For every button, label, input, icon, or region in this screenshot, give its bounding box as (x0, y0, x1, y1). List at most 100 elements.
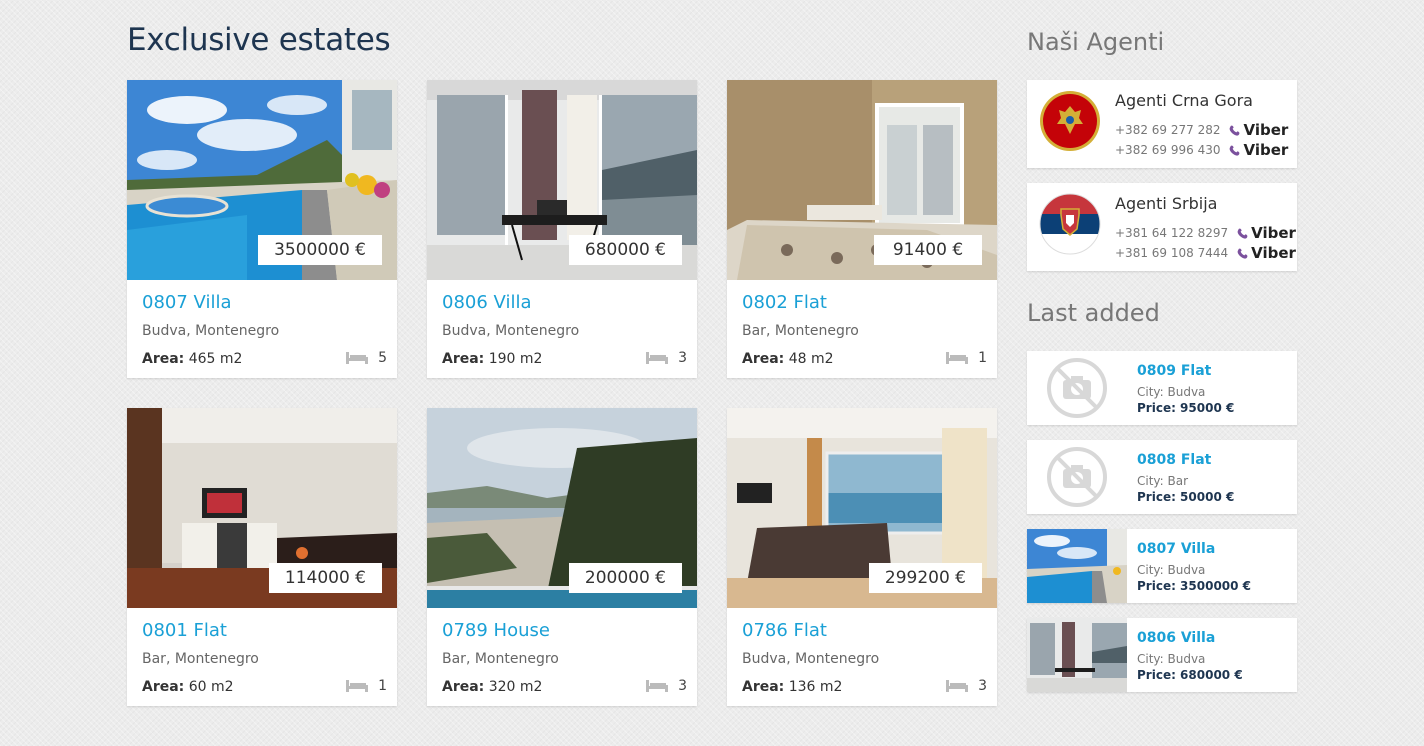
last-added-item[interactable]: 0808 Flat City: Bar Price: 50000 € (1027, 440, 1297, 514)
last-item-title[interactable]: 0809 Flat (1137, 363, 1211, 379)
agent-name: Agenti Srbija (1115, 194, 1218, 213)
viber-icon (1230, 145, 1240, 156)
last-added-item[interactable]: 0806 Villa City: Budva Price: 680000 € (1027, 618, 1297, 692)
agent-name: Agenti Crna Gora (1115, 91, 1253, 110)
last-item-title[interactable]: 0807 Villa (1137, 541, 1215, 557)
area-value: 60 m2 (188, 679, 234, 695)
listing-card[interactable]: 680000 € 0806 Villa Budva, Montenegro Ar… (427, 80, 697, 378)
listing-title[interactable]: 0807 Villa (142, 292, 231, 313)
agent-card-montenegro[interactable]: Agenti Crna Gora +382 69 277 282 Viber +… (1027, 80, 1297, 168)
phone-number[interactable]: +381 69 108 7444 (1115, 246, 1228, 260)
bedrooms: 1 (946, 350, 987, 366)
listing-area: Area: 465 m2 (142, 351, 242, 367)
price-tag: 3500000 € (258, 235, 382, 265)
last-item-city: City: Budva (1137, 563, 1206, 577)
thumbnail[interactable] (1027, 440, 1127, 514)
bedrooms: 3 (646, 678, 687, 694)
bed-icon (346, 680, 369, 692)
bed-icon (946, 680, 969, 692)
last-item-price: Price: 50000 € (1137, 490, 1235, 504)
last-item-price: Price: 680000 € (1137, 668, 1243, 682)
last-added-item[interactable]: 0809 Flat City: Budva Price: 95000 € (1027, 351, 1297, 425)
viber-badge[interactable]: Viber (1228, 141, 1288, 159)
price-tag: 91400 € (874, 235, 982, 265)
bedrooms-count: 5 (378, 350, 387, 366)
price-tag: 680000 € (568, 235, 682, 265)
thumbnail[interactable] (1027, 529, 1127, 603)
viber-badge[interactable]: Viber (1236, 224, 1296, 242)
bedrooms-count: 3 (678, 678, 687, 694)
listing-area: Area: 320 m2 (442, 679, 542, 695)
serbia-flag-icon (1039, 193, 1101, 255)
agents-title: Naši Agenti (1027, 28, 1165, 56)
listing-card[interactable]: 91400 € 0802 Flat Bar, Montenegro Area: … (727, 80, 997, 378)
area-value: 136 m2 (788, 679, 843, 695)
listing-location: Bar, Montenegro (442, 651, 559, 667)
bedrooms: 5 (346, 350, 387, 366)
listing-location: Bar, Montenegro (142, 651, 259, 667)
last-added-title: Last added (1027, 299, 1160, 327)
listing-photo[interactable]: 3500000 € (127, 80, 397, 280)
phone-number[interactable]: +381 64 122 8297 (1115, 226, 1228, 240)
thumbnail[interactable] (1027, 618, 1127, 692)
area-label: Area: (442, 679, 485, 695)
listing-location: Budva, Montenegro (742, 651, 880, 667)
area-label: Area: (442, 351, 485, 367)
montenegro-flag-icon (1040, 91, 1100, 151)
thumbnail[interactable] (1027, 351, 1127, 425)
page-title: Exclusive estates (127, 22, 391, 58)
agent-card-serbia[interactable]: Agenti Srbija +381 64 122 8297 Viber +38… (1027, 183, 1297, 271)
phone-number[interactable]: +382 69 277 282 (1115, 123, 1220, 137)
listing-title[interactable]: 0806 Villa (442, 292, 531, 313)
agent-phone[interactable]: +381 69 108 7444 Viber (1115, 244, 1296, 262)
bed-icon (946, 352, 969, 364)
bedrooms-count: 1 (378, 678, 387, 694)
viber-icon (1230, 125, 1240, 136)
last-item-title[interactable]: 0808 Flat (1137, 452, 1211, 468)
area-value: 48 m2 (788, 351, 834, 367)
listing-photo[interactable]: 299200 € (727, 408, 997, 608)
bed-icon (346, 352, 369, 364)
last-item-title[interactable]: 0806 Villa (1137, 630, 1215, 646)
last-item-price: Price: 3500000 € (1137, 579, 1252, 593)
last-added-item[interactable]: 0807 Villa City: Budva Price: 3500000 € (1027, 529, 1297, 603)
viber-badge[interactable]: Viber (1228, 121, 1288, 139)
agent-phone[interactable]: +381 64 122 8297 Viber (1115, 224, 1296, 242)
listing-title[interactable]: 0802 Flat (742, 292, 827, 313)
listing-title[interactable]: 0801 Flat (142, 620, 227, 641)
listing-location: Bar, Montenegro (742, 323, 859, 339)
bedrooms-count: 3 (978, 678, 987, 694)
last-item-city: City: Bar (1137, 474, 1189, 488)
listing-area: Area: 48 m2 (742, 351, 834, 367)
listing-photo[interactable]: 200000 € (427, 408, 697, 608)
listing-location: Budva, Montenegro (142, 323, 280, 339)
listing-card[interactable]: 114000 € 0801 Flat Bar, Montenegro Area:… (127, 408, 397, 706)
area-label: Area: (742, 679, 785, 695)
price-tag: 114000 € (268, 563, 382, 593)
viber-badge[interactable]: Viber (1236, 244, 1296, 262)
listing-card[interactable]: 299200 € 0786 Flat Budva, Montenegro Are… (727, 408, 997, 706)
no-photo-icon (1027, 440, 1127, 514)
listing-title[interactable]: 0789 House (442, 620, 550, 641)
listing-card[interactable]: 3500000 € 0807 Villa Budva, Montenegro A… (127, 80, 397, 378)
area-label: Area: (142, 679, 185, 695)
listing-photo[interactable]: 680000 € (427, 80, 697, 280)
listing-area: Area: 190 m2 (442, 351, 542, 367)
listing-area: Area: 136 m2 (742, 679, 842, 695)
area-label: Area: (742, 351, 785, 367)
last-item-city: City: Budva (1137, 385, 1206, 399)
listing-title[interactable]: 0786 Flat (742, 620, 827, 641)
phone-number[interactable]: +382 69 996 430 (1115, 143, 1220, 157)
listing-location: Budva, Montenegro (442, 323, 580, 339)
agent-phone[interactable]: +382 69 277 282 Viber (1115, 121, 1288, 139)
viber-icon (1237, 228, 1248, 239)
listing-photo[interactable]: 114000 € (127, 408, 397, 608)
agent-phone[interactable]: +382 69 996 430 Viber (1115, 141, 1288, 159)
listing-card[interactable]: 200000 € 0789 House Bar, Montenegro Area… (427, 408, 697, 706)
area-value: 320 m2 (488, 679, 543, 695)
bedrooms: 1 (346, 678, 387, 694)
area-value: 465 m2 (188, 351, 243, 367)
listing-photo[interactable]: 91400 € (727, 80, 997, 280)
bed-icon (646, 352, 669, 364)
last-item-city: City: Budva (1137, 652, 1206, 666)
